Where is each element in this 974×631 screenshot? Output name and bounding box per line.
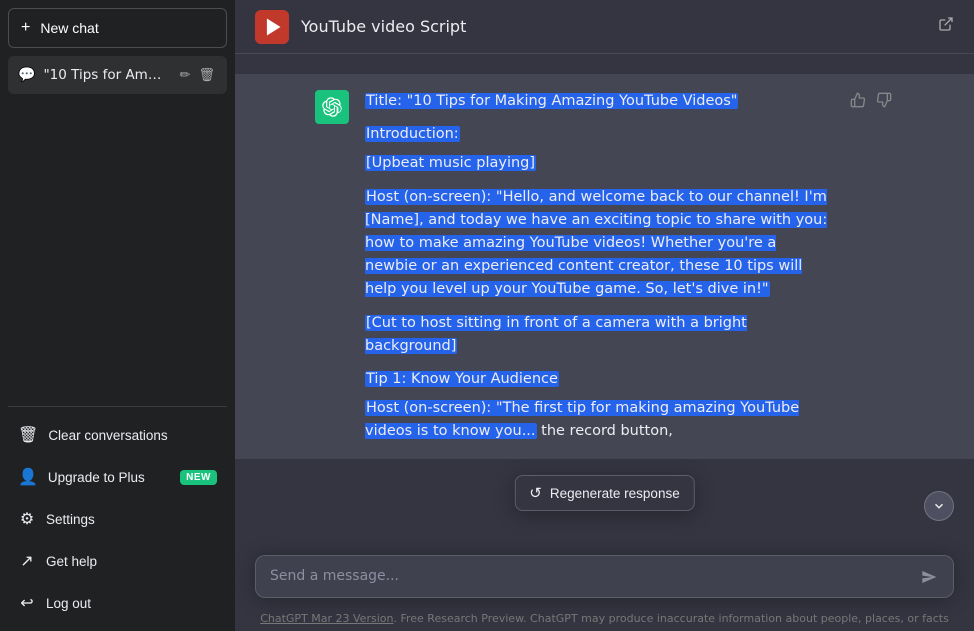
msg-line-6: Tip 1: Know Your Audience [365,368,832,391]
settings-button[interactable]: ⚙ Settings [8,499,227,539]
clear-conversations-button[interactable]: 🗑 Clear conversations [8,415,227,455]
msg-line-1: Title: "10 Tips for Making Amazing YouTu… [365,90,832,113]
msg-line-2: Introduction: [365,123,832,146]
rename-chat-button[interactable]: ✏ [178,65,193,85]
sidebar-bottom: 🗑 Clear conversations 👤 Upgrade to Plus … [8,406,227,623]
header-left: YouTube video Script [255,10,466,44]
msg-line-4: Host (on-screen): "Hello, and welcome ba… [365,186,832,302]
get-help-label: Get help [46,554,97,569]
message-input[interactable] [270,566,909,587]
msg-line-3: [Upbeat music playing] [365,152,832,175]
new-chat-button[interactable]: + New chat [8,8,227,48]
avatar [255,10,289,44]
clear-conversations-label: Clear conversations [48,428,167,443]
assistant-message: Title: "10 Tips for Making Amazing YouTu… [235,74,974,459]
delete-chat-button[interactable]: 🗑 [196,65,217,85]
user-icon: 👤 [18,467,38,487]
regenerate-label: Regenerate response [550,486,680,501]
chatgpt-avatar [315,90,349,124]
log-out-label: Log out [46,596,91,611]
get-help-button[interactable]: ↗ Get help [8,541,227,581]
chat-content[interactable]: Title: "10 Tips for Making Amazing YouTu… [235,54,974,543]
page-title: YouTube video Script [301,17,466,36]
settings-label: Settings [46,512,95,527]
gear-icon: ⚙ [18,509,36,529]
trash-icon: 🗑 [18,425,38,445]
regenerate-icon: ↺ [529,484,542,502]
help-icon: ↗ [18,551,36,571]
msg-line-7: Host (on-screen): "The first tip for mak… [365,397,832,443]
thumbs-down-button[interactable] [874,90,894,114]
input-wrapper [255,555,954,598]
scroll-to-bottom-button[interactable] [924,491,954,521]
footer-link[interactable]: ChatGPT Mar 23 Version [260,612,393,625]
message-actions [848,90,894,114]
new-badge: NEW [180,470,217,485]
thumbs-up-button[interactable] [848,90,868,114]
new-chat-label: New chat [40,20,98,36]
upgrade-label: Upgrade to Plus [48,470,145,485]
message-text: Title: "10 Tips for Making Amazing YouTu… [365,90,832,443]
chat-icon: 💬 [18,67,35,83]
send-button[interactable] [919,567,939,587]
sidebar: + New chat 💬 "10 Tips for Amazing Yo ✏ 🗑… [0,0,235,631]
msg-line-5: [Cut to host sitting in front of a camer… [365,312,832,358]
chat-item-actions: ✏ 🗑 [178,65,217,85]
main-panel: YouTube video Script Title: "10 Tips for… [235,0,974,631]
external-link-button[interactable] [938,16,954,37]
chat-history: 💬 "10 Tips for Amazing Yo ✏ 🗑 [8,56,227,406]
chat-header: YouTube video Script [235,0,974,54]
upgrade-to-plus-button[interactable]: 👤 Upgrade to Plus NEW [8,457,227,497]
footer-text: . Free Research Preview. ChatGPT may pro… [393,612,948,625]
chat-item-label: "10 Tips for Amazing Yo [43,67,169,83]
logout-icon: ↩ [18,593,36,613]
log-out-button[interactable]: ↩ Log out [8,583,227,623]
footer-note: ChatGPT Mar 23 Version. Free Research Pr… [235,606,974,631]
sidebar-item-chat1[interactable]: 💬 "10 Tips for Amazing Yo ✏ 🗑 [8,56,227,94]
regenerate-response-button[interactable]: ↺ Regenerate response [514,475,694,511]
plus-icon: + [21,19,30,37]
input-area [235,543,974,606]
